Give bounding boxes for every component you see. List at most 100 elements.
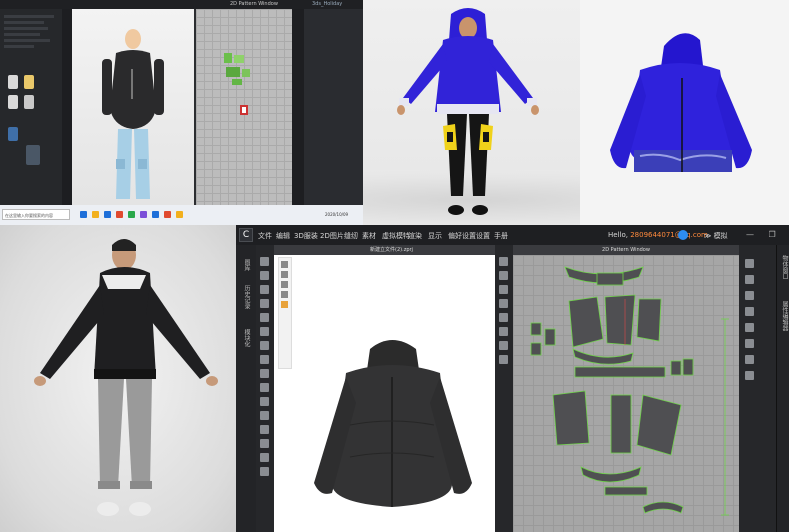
texture-tool-icon[interactable] [260, 341, 269, 350]
3d-garment-viewport[interactable]: 新建立文件(2).zprj [274, 245, 509, 532]
tab-property-editor[interactable]: 属性编辑器 [780, 301, 789, 331]
pin-tool-icon[interactable] [260, 299, 269, 308]
tab-modular[interactable]: 模块化 [242, 329, 251, 347]
2d-pattern-viewport[interactable] [196, 9, 292, 205]
left-dock-tabs: 图库 历史记录 模块化 [236, 245, 257, 532]
edit-point-tool-icon[interactable] [499, 271, 508, 280]
menu-item-2d-pattern[interactable]: 2D图片 [320, 231, 344, 241]
right-dock-tabs: 物体窗口 属性编辑器 [776, 245, 789, 532]
menu-item-render[interactable]: 渲染 [408, 231, 422, 241]
app-logo: C [239, 228, 253, 242]
grading-icon[interactable] [745, 371, 754, 380]
menu-item-preferences[interactable]: 偏好设置 [448, 231, 476, 241]
2d-toolbar [495, 245, 513, 532]
user-label: 3ds_Holiday [312, 1, 343, 7]
edit-pattern-tool-icon[interactable] [499, 257, 508, 266]
menu-item-manual[interactable]: 手册 [494, 231, 508, 241]
measure-tool-icon[interactable] [260, 327, 269, 336]
arrangement-tool-icon[interactable] [260, 467, 269, 476]
elastic-tool-icon[interactable] [260, 439, 269, 448]
graphic-tool-icon[interactable] [260, 355, 269, 364]
zipper-tool-icon[interactable] [260, 383, 269, 392]
library-row[interactable] [4, 21, 44, 24]
fabric-icon[interactable] [745, 307, 754, 316]
blue-jacket-renders [363, 0, 789, 225]
blue-jacket-garment [610, 33, 752, 172]
3d-garment-viewport[interactable] [72, 9, 194, 205]
clo-app-window: C 文件 编辑 3D服装 2D图片 缝纫 素材 虚拟模特 渲染 显示 偏好设置 … [236, 225, 789, 532]
button-tool-icon[interactable] [260, 369, 269, 378]
menu-item-avatar[interactable]: 虚拟模特 [382, 231, 410, 241]
notch-icon[interactable] [745, 355, 754, 364]
app-title-bar: 2D Pattern Window 3ds_Holiday [0, 0, 363, 9]
menu-item-display[interactable]: 显示 [428, 231, 442, 241]
app-title-bar: C 文件 编辑 3D服装 2D图片 缝纫 素材 虚拟模特 渲染 显示 偏好设置 … [236, 225, 789, 245]
menu-item-materials[interactable]: 素材 [362, 231, 376, 241]
app-icon[interactable] [104, 211, 111, 218]
app-icon[interactable] [116, 211, 123, 218]
jacket-render-area [580, 0, 789, 225]
puckering-tool-icon[interactable] [260, 425, 269, 434]
user-greeting: Hello, 2809644071@qq.com [608, 231, 708, 239]
black-jacket-avatar-render [0, 225, 236, 532]
menu-item-3d-garment[interactable]: 3D服装 [294, 231, 318, 241]
fold-tool-icon[interactable] [260, 285, 269, 294]
clo-screenshot-top-left: 2D Pattern Window 3ds_Holiday 在这里输入你要搜索的… [0, 0, 363, 225]
property-editor [304, 9, 363, 205]
2d-toolbar [292, 9, 304, 205]
user-email[interactable]: 2809644071@qq.com [630, 231, 708, 239]
fabric-thumbnail[interactable] [26, 145, 40, 165]
menu-item-settings[interactable]: 设置 [476, 231, 490, 241]
avatar-black-jacket-figure [34, 239, 218, 516]
tab-object-browser[interactable]: 物体窗口 [780, 255, 789, 279]
app-icon[interactable] [128, 211, 135, 218]
library-row[interactable] [4, 33, 40, 36]
avatar-tool-icon[interactable] [260, 453, 269, 462]
move-tool-icon[interactable] [260, 271, 269, 280]
grid-icon[interactable] [745, 275, 754, 284]
trim-tool-icon[interactable] [260, 397, 269, 406]
3d-toolbar [256, 245, 274, 532]
avatar-blue-jacket-figure [397, 8, 539, 215]
seam-icon[interactable] [745, 339, 754, 348]
cloud-icon[interactable] [678, 230, 688, 240]
tab-history[interactable]: 历史记录 [242, 285, 251, 309]
menu-item-sewing[interactable]: 缝纫 [344, 231, 358, 241]
select-tool-icon[interactable] [260, 257, 269, 266]
garment-thumbnail[interactable] [8, 75, 18, 89]
app-icon[interactable] [140, 211, 147, 218]
garment-thumbnail[interactable] [8, 95, 18, 109]
app-icon[interactable] [92, 211, 99, 218]
app-icon[interactable] [152, 211, 159, 218]
rectangle-tool-icon[interactable] [499, 299, 508, 308]
library-row[interactable] [4, 15, 54, 18]
library-row[interactable] [4, 27, 48, 30]
2d-pattern-viewport[interactable]: 2D Pattern Window [513, 245, 739, 532]
taskbar-search-field[interactable]: 在这里输入你要搜索的内容 [2, 209, 70, 220]
pattern-pieces [224, 53, 250, 115]
window-controls[interactable]: — ❐ ✕ [746, 230, 789, 239]
library-row[interactable] [4, 45, 34, 48]
topstitch-tool-icon[interactable] [260, 411, 269, 420]
polygon-tool-icon[interactable] [499, 285, 508, 294]
app-icon[interactable] [164, 211, 171, 218]
trace-tool-icon[interactable] [499, 355, 508, 364]
app-icon[interactable] [176, 211, 183, 218]
layer-icon[interactable] [745, 291, 754, 300]
tab-library[interactable]: 图库 [242, 259, 251, 271]
segment-sewing-tool-icon[interactable] [499, 327, 508, 336]
library-row[interactable] [4, 39, 50, 42]
zoom-icon[interactable] [745, 259, 754, 268]
symmetry-icon[interactable] [745, 323, 754, 332]
free-sewing-tool-icon[interactable] [499, 341, 508, 350]
mode-selector[interactable]: ≫ 模拟 [704, 231, 728, 241]
avatar-thumbnail[interactable] [24, 75, 34, 89]
garment-thumbnail[interactable] [24, 95, 34, 109]
tack-tool-icon[interactable] [260, 313, 269, 322]
menu-item-edit[interactable]: 编辑 [276, 231, 290, 241]
pattern-pieces [530, 266, 729, 516]
internal-line-tool-icon[interactable] [499, 313, 508, 322]
app-icon[interactable] [80, 211, 87, 218]
menu-item-file[interactable]: 文件 [258, 231, 272, 241]
fabric-thumbnail[interactable] [8, 127, 18, 141]
